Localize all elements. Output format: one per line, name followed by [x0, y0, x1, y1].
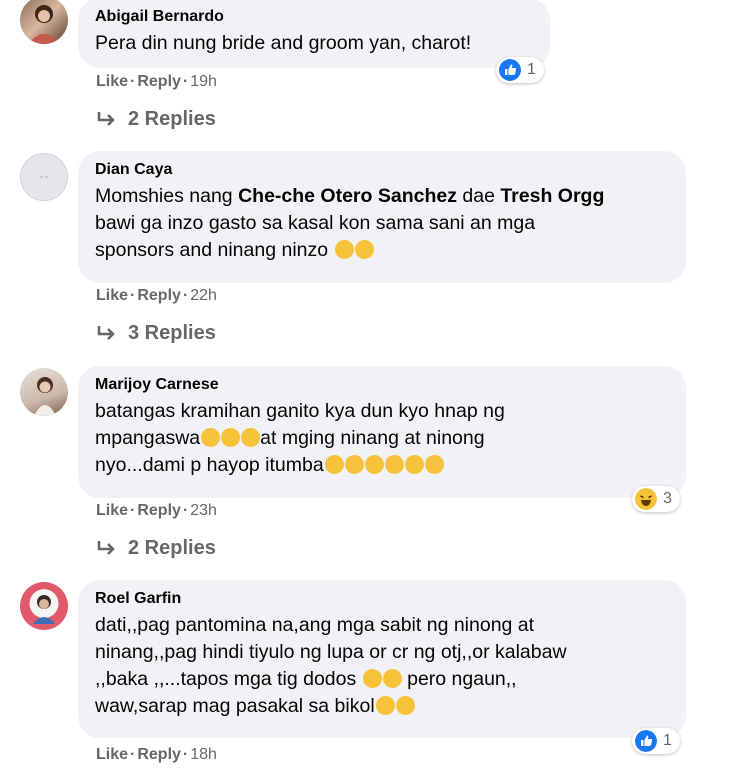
- like-reaction-icon: [499, 59, 521, 81]
- view-replies-button[interactable]: 2 Replies: [96, 537, 216, 560]
- reply-link[interactable]: Reply: [137, 746, 181, 763]
- rolling-laughing-emoji-icon: [351, 237, 377, 262]
- comment-actions: Like · Reply · 19h: [96, 73, 217, 90]
- reaction-count: 3: [663, 490, 672, 507]
- smiling-face-emoji-icon: [201, 428, 221, 447]
- grinning-face-emoji-icon: [334, 240, 354, 259]
- comment-text: Momshies nang Che-che Otero Sanchez dae …: [95, 185, 605, 262]
- like-reaction-icon: [635, 730, 657, 752]
- comment-author[interactable]: Marijoy Carnese: [95, 375, 668, 395]
- mention-link[interactable]: Tresh Orgg: [500, 185, 604, 207]
- replies-count: 2 Replies: [128, 537, 216, 559]
- avatar[interactable]: [20, 582, 68, 630]
- like-link[interactable]: Like: [96, 73, 128, 90]
- comment-timestamp[interactable]: 18h: [190, 746, 217, 763]
- like-link[interactable]: Like: [96, 746, 128, 763]
- reaction-count: 1: [663, 732, 672, 749]
- comment-bubble: Abigail Bernardo Pera din nung bride and…: [78, 0, 550, 68]
- reply-link[interactable]: Reply: [137, 287, 181, 304]
- comment-bubble: Dian Caya Momshies nang Che-che Otero Sa…: [78, 151, 686, 283]
- comment-text: dati,,pag pantomina na,ang mga sabit ng …: [95, 614, 567, 717]
- reply-link[interactable]: Reply: [137, 502, 181, 519]
- comment-bubble: Marijoy Carnese batangas kramihan ganito…: [78, 366, 686, 498]
- reaction-badge[interactable]: 3: [632, 486, 680, 512]
- view-replies-button[interactable]: 3 Replies: [96, 322, 216, 345]
- rolling-laughing-emoji-icon: [362, 452, 387, 477]
- default-avatar-icon: [40, 176, 48, 178]
- avatar-photo-icon: [33, 595, 55, 624]
- sad-face-emoji-icon: [404, 455, 424, 474]
- replies-count: 3 Replies: [128, 322, 216, 344]
- haha-reaction-icon: [635, 488, 657, 510]
- reply-link[interactable]: Reply: [137, 73, 181, 90]
- comment-author[interactable]: Abigail Bernardo: [95, 7, 532, 27]
- sad-face-emoji-icon: [384, 455, 404, 474]
- avatar[interactable]: [20, 368, 68, 416]
- tears-of-joy-emoji-icon: [375, 696, 395, 715]
- comment-author[interactable]: Dian Caya: [95, 160, 668, 180]
- screaming-face-emoji-icon: [241, 428, 261, 447]
- like-link[interactable]: Like: [96, 287, 128, 304]
- avatar[interactable]: [20, 0, 68, 44]
- comment-timestamp[interactable]: 23h: [190, 502, 217, 519]
- comment-text: batangas kramihan ganito kya dun kyo hna…: [95, 400, 505, 477]
- comment-feed: Abigail Bernardo Pera din nung bride and…: [0, 0, 750, 770]
- tears-of-joy-emoji-icon: [362, 669, 382, 688]
- comment-text: Pera din nung bride and groom yan, charo…: [95, 32, 472, 54]
- rolling-laughing-emoji-icon: [322, 452, 347, 477]
- comment-author[interactable]: Roel Garfin: [95, 589, 668, 609]
- reply-arrow-icon: [97, 111, 115, 126]
- replies-count: 2 Replies: [128, 108, 216, 130]
- rolling-laughing-emoji-icon: [342, 452, 367, 477]
- reaction-count: 1: [527, 61, 536, 78]
- view-replies-button[interactable]: 2 Replies: [96, 108, 216, 131]
- tears-of-joy-emoji-icon: [382, 669, 402, 688]
- avatar[interactable]: [20, 153, 68, 201]
- sad-face-emoji-icon: [424, 455, 444, 474]
- comment-actions: Like · Reply · 22h: [96, 287, 217, 304]
- comment-bubble: Roel Garfin dati,,pag pantomina na,ang m…: [78, 580, 686, 738]
- comment-actions: Like · Reply · 18h: [96, 746, 217, 763]
- smiling-face-emoji-icon: [221, 428, 241, 447]
- avatar-photo-icon: [28, 5, 60, 44]
- mention-link[interactable]: Che-che Otero Sanchez: [238, 185, 457, 207]
- like-link[interactable]: Like: [96, 502, 128, 519]
- reaction-badge[interactable]: 1: [496, 57, 544, 83]
- reply-arrow-icon: [97, 540, 115, 555]
- reaction-badge[interactable]: 1: [632, 728, 680, 754]
- reply-arrow-icon: [97, 325, 115, 340]
- comment-timestamp[interactable]: 22h: [190, 287, 217, 304]
- tears-of-joy-emoji-icon: [395, 696, 415, 715]
- comment-timestamp[interactable]: 19h: [190, 73, 217, 90]
- avatar-photo-icon: [34, 377, 56, 416]
- comment-actions: Like · Reply · 23h: [96, 502, 217, 519]
